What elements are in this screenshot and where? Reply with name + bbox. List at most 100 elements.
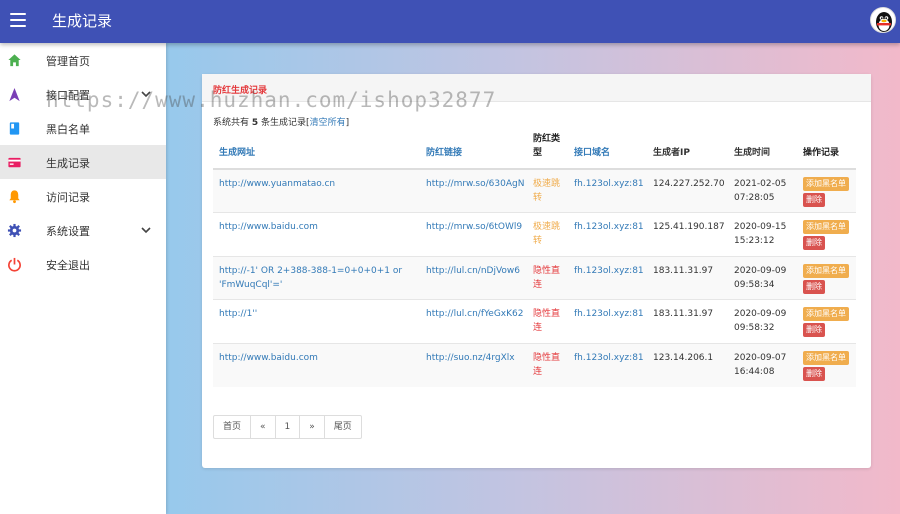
sidebar-item-label: 系统设置 bbox=[46, 225, 90, 238]
sidebar-item-label: 接口配置 bbox=[46, 89, 90, 102]
cell-type: 极速跳转 bbox=[527, 212, 568, 256]
cell-link[interactable]: http://lul.cn/fYeGxK62 bbox=[420, 299, 527, 343]
cell-url[interactable]: http://-1' OR 2+388-388-1=0+0+0+1 or 'Fm… bbox=[213, 255, 420, 300]
summary-prefix: 系统共有 bbox=[213, 118, 250, 128]
power-icon bbox=[8, 257, 21, 272]
cell-type: 隐性直连 bbox=[527, 299, 568, 343]
cell-domain[interactable]: fh.123ol.xyz:81 bbox=[568, 299, 647, 343]
page-number-button[interactable]: 1 bbox=[274, 416, 300, 438]
col-header-domain: 接口域名 bbox=[568, 131, 647, 170]
avatar[interactable] bbox=[870, 7, 896, 33]
cell-link[interactable]: http://suo.nz/4rgXlx bbox=[420, 342, 527, 387]
cell-time: 2021-02-05 07:28:05 bbox=[728, 168, 797, 213]
prev-page-button[interactable]: « bbox=[250, 416, 275, 438]
chevron-down-icon[interactable] bbox=[140, 224, 152, 236]
table-row: http://-1' OR 2+388-388-1=0+0+0+1 or 'Fm… bbox=[213, 255, 856, 300]
cell-url[interactable]: http://www.baidu.com bbox=[213, 342, 420, 387]
last-page-button[interactable]: 尾页 bbox=[323, 416, 361, 438]
sidebar-item-dashboard[interactable]: 管理首页 bbox=[0, 43, 166, 77]
cell-actions: 添加黑名单 删除 bbox=[797, 168, 856, 213]
cell-link[interactable]: http://lul.cn/nDjVow6 bbox=[420, 255, 527, 300]
cell-url[interactable]: http://www.yuanmatao.cn bbox=[213, 168, 420, 213]
cell-time: 2020-09-09 09:58:32 bbox=[728, 299, 797, 343]
cell-domain[interactable]: fh.123ol.xyz:81 bbox=[568, 212, 647, 256]
table-row: http://1'' http://lul.cn/fYeGxK62 隐性直连 f… bbox=[213, 299, 856, 343]
cell-ip: 123.14.206.1 bbox=[647, 342, 728, 387]
first-page-button[interactable]: 首页 bbox=[214, 416, 250, 438]
cell-link[interactable]: http://mrw.so/630AgN bbox=[420, 168, 527, 213]
cell-url[interactable]: http://1'' bbox=[213, 299, 420, 343]
cell-link[interactable]: http://mrw.so/6tOWl9 bbox=[420, 212, 527, 256]
cell-actions: 添加黑名单 删除 bbox=[797, 299, 856, 343]
record-count: 5 bbox=[251, 118, 259, 128]
add-blacklist-button[interactable]: 添加黑名单 bbox=[803, 307, 849, 321]
records-table: 生成网址 防红链接 防红类型 接口域名 生成者IP 生成时间 操作记录 http… bbox=[213, 131, 856, 387]
card-header: 防红生成记录 bbox=[202, 74, 871, 102]
qq-penguin-icon bbox=[876, 12, 892, 32]
cell-type: 极速跳转 bbox=[527, 168, 568, 213]
sidebar-item-logout[interactable]: 安全退出 bbox=[0, 247, 166, 281]
cell-domain[interactable]: fh.123ol.xyz:81 bbox=[568, 168, 647, 213]
add-blacklist-button[interactable]: 添加黑名单 bbox=[803, 263, 849, 278]
cell-actions: 添加黑名单 删除 bbox=[797, 342, 856, 387]
top-bar: 生成记录 bbox=[0, 0, 900, 43]
cell-ip: 183.11.31.97 bbox=[647, 299, 728, 343]
cell-ip: 124.227.252.70 bbox=[647, 168, 728, 213]
gear-icon bbox=[7, 223, 22, 238]
card-title: 防红生成记录 bbox=[213, 86, 268, 96]
next-page-button[interactable]: » bbox=[299, 416, 324, 438]
sidebar-item-label: 生成记录 bbox=[46, 157, 90, 170]
cell-ip: 183.11.31.97 bbox=[647, 255, 728, 300]
sidebar-item-records[interactable]: 生成记录 bbox=[0, 145, 166, 179]
table-row: http://www.yuanmatao.cn http://mrw.so/63… bbox=[213, 168, 856, 213]
table-row: http://www.baidu.com http://mrw.so/6tOWl… bbox=[213, 212, 856, 256]
cell-ip: 125.41.190.187 bbox=[647, 212, 728, 256]
sidebar-item-blacklist[interactable]: 黑白名单 bbox=[0, 111, 166, 145]
cell-actions: 添加黑名单 删除 bbox=[797, 255, 856, 300]
col-header-type: 防红类型 bbox=[527, 131, 568, 170]
cell-actions: 添加黑名单 删除 bbox=[797, 212, 856, 256]
cell-time: 2020-09-07 16:44:08 bbox=[728, 342, 797, 387]
sidebar: 管理首页 接口配置 黑白名单 生成记录 访问记录 系统设置 安全退出 bbox=[0, 43, 166, 514]
cell-type: 隐性直连 bbox=[527, 342, 568, 387]
col-header-time: 生成时间 bbox=[728, 131, 797, 170]
cell-time: 2020-09-15 15:23:12 bbox=[728, 212, 797, 256]
cell-domain[interactable]: fh.123ol.xyz:81 bbox=[568, 342, 647, 387]
bell-icon bbox=[9, 190, 20, 204]
sidebar-item-settings[interactable]: 系统设置 bbox=[0, 213, 166, 247]
sidebar-item-label: 访问记录 bbox=[46, 191, 90, 204]
col-header-ip: 生成者IP bbox=[647, 131, 728, 170]
col-header-actions: 操作记录 bbox=[797, 131, 856, 170]
add-blacklist-button[interactable]: 添加黑名单 bbox=[803, 177, 849, 191]
summary-suffix: 条生成记录 bbox=[261, 118, 307, 128]
cell-type: 隐性直连 bbox=[527, 255, 568, 300]
navigation-arrow-icon bbox=[9, 87, 20, 102]
col-header-link: 防红链接 bbox=[420, 131, 527, 170]
cell-url[interactable]: http://www.baidu.com bbox=[213, 212, 420, 256]
page-title: 生成记录 bbox=[52, 12, 113, 30]
sidebar-item-label: 安全退出 bbox=[46, 259, 90, 272]
records-card: 防红生成记录 系统共有 5 条生成记录[清空所有] 生成网址 防红链接 防红类型… bbox=[202, 74, 871, 468]
records-summary: 系统共有 5 条生成记录[清空所有] bbox=[213, 118, 350, 128]
clear-all-link[interactable]: 清空所有 bbox=[310, 118, 346, 128]
sidebar-item-label: 黑白名单 bbox=[46, 123, 90, 136]
delete-button[interactable]: 删除 bbox=[803, 279, 825, 294]
delete-button[interactable]: 删除 bbox=[803, 193, 825, 207]
cell-time: 2020-09-09 09:58:34 bbox=[728, 255, 797, 300]
table-row: http://www.baidu.com http://suo.nz/4rgXl… bbox=[213, 342, 856, 387]
chevron-down-icon[interactable] bbox=[140, 88, 152, 100]
book-icon bbox=[9, 122, 20, 135]
sidebar-item-api-config[interactable]: 接口配置 bbox=[0, 77, 166, 111]
add-blacklist-button[interactable]: 添加黑名单 bbox=[803, 220, 849, 234]
menu-icon[interactable] bbox=[10, 13, 26, 27]
cell-domain[interactable]: fh.123ol.xyz:81 bbox=[568, 255, 647, 300]
main-content: 防红生成记录 系统共有 5 条生成记录[清空所有] 生成网址 防红链接 防红类型… bbox=[166, 43, 900, 514]
card-icon bbox=[8, 157, 21, 168]
pagination: 首页 « 1 » 尾页 bbox=[213, 415, 362, 439]
add-blacklist-button[interactable]: 添加黑名单 bbox=[803, 350, 849, 365]
sidebar-item-visits[interactable]: 访问记录 bbox=[0, 179, 166, 213]
delete-button[interactable]: 删除 bbox=[803, 323, 825, 337]
delete-button[interactable]: 删除 bbox=[803, 236, 825, 250]
delete-button[interactable]: 删除 bbox=[803, 366, 825, 381]
col-header-url: 生成网址 bbox=[213, 131, 420, 170]
